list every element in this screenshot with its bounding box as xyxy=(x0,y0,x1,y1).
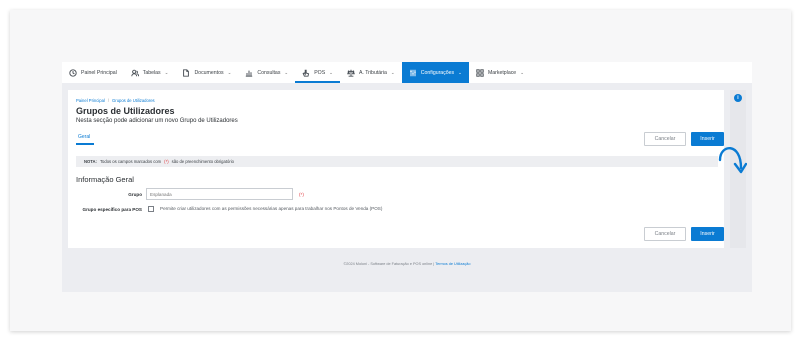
nav-item-configuracoes[interactable]: Configurações ⌄ xyxy=(401,62,469,83)
document-icon xyxy=(183,68,190,77)
nav-item-consultas[interactable]: Consultas ⌄ xyxy=(238,62,295,83)
nav-label: Configurações xyxy=(420,69,455,76)
pos-checkbox-label[interactable]: Permite criar utilizadores com as permis… xyxy=(160,206,382,211)
cancel-button-bottom[interactable]: Cancelar xyxy=(644,227,686,241)
nav-label: Consultas xyxy=(257,69,281,76)
nav-label: Marketplace xyxy=(487,69,517,76)
breadcrumb-separator: / xyxy=(107,98,110,103)
nav-label: A. Tributária xyxy=(358,69,387,76)
sliders-icon xyxy=(409,69,416,76)
nav-item-painel-principal[interactable]: Painel Principal xyxy=(62,62,124,83)
grid-icon xyxy=(476,68,484,77)
info-icon[interactable]: i xyxy=(734,94,742,102)
clock-icon xyxy=(69,68,77,77)
nav-label: POS xyxy=(314,69,326,76)
chevron-down-icon: ⌄ xyxy=(227,69,232,75)
footer: ©2024 Moloni - Software de Faturação e P… xyxy=(62,262,752,266)
required-fields-note: NOTA: Todos os campos marcados com (*) s… xyxy=(76,156,718,167)
nav-label: Documentos xyxy=(194,69,224,76)
nav-label: Painel Principal xyxy=(81,69,117,76)
bar-chart-icon xyxy=(246,70,253,77)
breadcrumb-current[interactable]: Grupos de Utilizadores xyxy=(112,98,155,103)
screenshot-frame: Painel Principal Tabelas ⌄ Documentos ⌄ … xyxy=(10,10,791,331)
section-title: Informação Geral xyxy=(76,175,134,184)
curved-arrow-annotation xyxy=(718,147,747,174)
app-window: Painel Principal Tabelas ⌄ Documentos ⌄ … xyxy=(62,62,752,292)
nav-item-tabelas[interactable]: Tabelas ⌄ xyxy=(124,62,176,83)
form-panel: Painel Principal / Grupos de Utilizadore… xyxy=(68,90,724,248)
pos-group-label: Grupo específico para POS xyxy=(82,207,142,212)
group-required-mark: (*) xyxy=(299,192,304,197)
group-input[interactable]: Esplanada xyxy=(146,188,293,200)
hand-icon xyxy=(302,69,310,77)
note-text-before: Todos os campos marcados com xyxy=(99,159,162,164)
chevron-down-icon: ⌄ xyxy=(164,69,169,75)
group-label: Grupo xyxy=(128,192,142,197)
breadcrumb-home-link[interactable]: Painel Principal xyxy=(76,98,105,103)
breadcrumb: Painel Principal / Grupos de Utilizadore… xyxy=(76,98,155,103)
nav-label: Tabelas xyxy=(142,69,161,76)
page-title: Grupos de Utilizadores xyxy=(76,106,175,116)
nav-item-marketplace[interactable]: Marketplace ⌄ xyxy=(469,62,531,83)
top-navigation: Painel Principal Tabelas ⌄ Documentos ⌄ … xyxy=(62,62,752,83)
terms-link[interactable]: Termos de Utilização xyxy=(435,262,470,266)
users-icon xyxy=(131,69,139,76)
note-label: NOTA: xyxy=(84,159,97,164)
nav-item-pos[interactable]: POS ⌄ xyxy=(295,62,340,83)
cancel-button-top[interactable]: Cancelar xyxy=(644,132,686,146)
chevron-down-icon: ⌄ xyxy=(329,69,333,75)
scales-icon xyxy=(347,69,355,77)
note-required-mark: (*) xyxy=(164,159,169,164)
pos-checkbox[interactable] xyxy=(148,206,154,212)
chevron-down-icon: ⌄ xyxy=(520,69,524,75)
chevron-down-icon: ⌄ xyxy=(458,69,462,75)
chevron-down-icon: ⌄ xyxy=(284,69,289,75)
tab-geral[interactable]: Geral xyxy=(76,134,95,145)
page-subtitle: Nesta secção pode adicionar um novo Grup… xyxy=(76,118,238,124)
nav-item-a-tributaria[interactable]: A. Tributária ⌄ xyxy=(340,62,402,83)
nav-item-documentos[interactable]: Documentos ⌄ xyxy=(175,62,238,83)
note-text-after: são de preenchimento obrigatório xyxy=(171,159,234,164)
insert-button-bottom[interactable]: Inserir xyxy=(691,227,724,241)
chevron-down-icon: ⌄ xyxy=(390,69,395,75)
footer-text: ©2024 Moloni - Software de Faturação e P… xyxy=(343,262,435,266)
